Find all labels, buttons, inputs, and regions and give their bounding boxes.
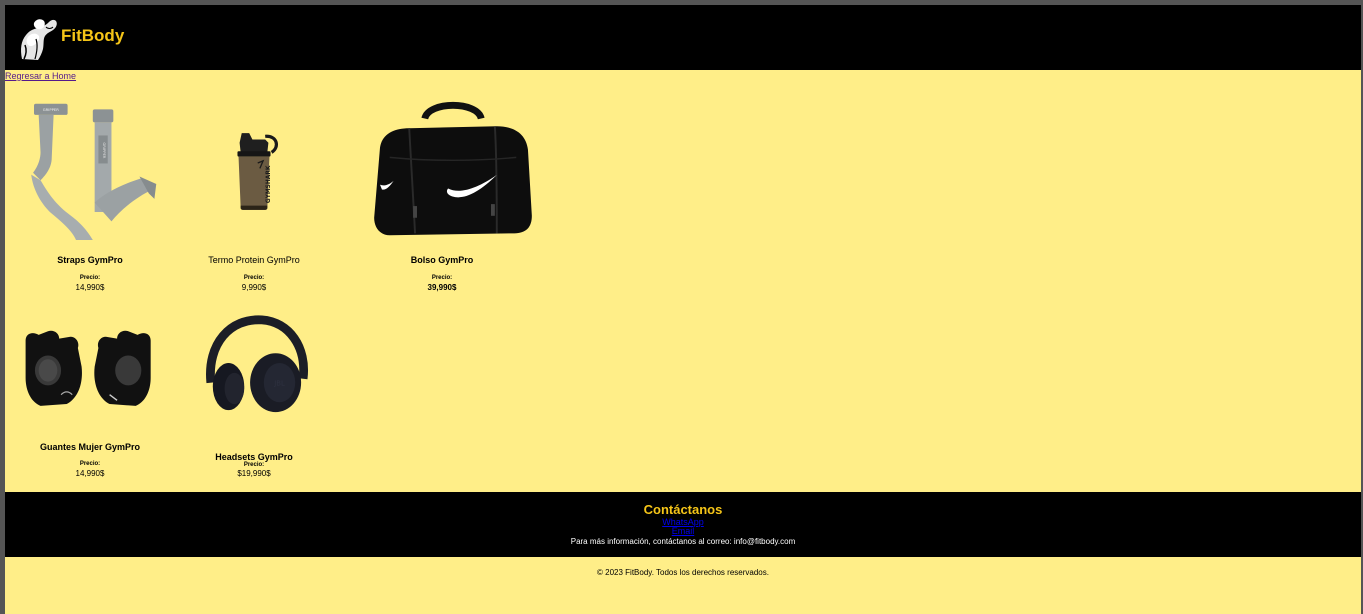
duffel-bag-image[interactable]: [370, 99, 536, 245]
gym-gloves-image[interactable]: [20, 329, 160, 409]
product-price: $19,990$: [237, 469, 271, 478]
product-price: 9,990$: [241, 283, 267, 292]
product-card: GRIPPER GRIPPER Straps GymPro Precio: 14…: [15, 95, 165, 295]
product-card: GYMSHARK Termo Protein GymPro Precio: 9,…: [179, 95, 329, 295]
product-name: Bolso GymPro: [410, 255, 474, 265]
product-name: Straps GymPro: [57, 255, 123, 265]
email-link[interactable]: Email: [5, 526, 1361, 536]
price-label: Precio:: [79, 461, 101, 467]
back-home-link[interactable]: Regresar a Home: [5, 71, 76, 81]
page: FitBody Regresar a Home GRIPPER GRIPPER …: [5, 5, 1361, 614]
copyright-text: © 2023 FitBody. Todos los derechos reser…: [597, 568, 769, 577]
product-card: JBL Headsets GymPro Precio: $19,990$: [179, 310, 329, 490]
product-name: Guantes Mujer GymPro: [39, 442, 141, 452]
product-price: 14,990$: [75, 283, 105, 292]
lifting-straps-image[interactable]: GRIPPER GRIPPER: [20, 95, 160, 245]
product-price: 39,990$: [427, 283, 457, 292]
bodybuilder-logo-icon: [21, 19, 57, 61]
svg-text:GRIPPER: GRIPPER: [43, 108, 59, 112]
price-label: Precio:: [431, 275, 453, 281]
svg-text:JBL: JBL: [273, 380, 285, 388]
brand-name[interactable]: FitBody: [61, 26, 124, 46]
price-label: Precio:: [79, 275, 101, 281]
contact-title: Contáctanos: [643, 502, 723, 517]
contact-note: Para más información, contáctanos al cor…: [570, 537, 796, 546]
contact-footer: Contáctanos WhatsApp Email Para más info…: [5, 492, 1361, 557]
headphones-image[interactable]: JBL: [201, 314, 309, 417]
site-header: FitBody: [5, 5, 1361, 70]
product-card: Guantes Mujer GymPro Precio: 14,990$: [15, 323, 165, 488]
shaker-brand-text: GYMSHARK: [266, 165, 272, 203]
price-label: Precio:: [243, 275, 265, 281]
product-name: Termo Protein GymPro: [208, 255, 300, 265]
product-name: Headsets GymPro: [215, 452, 293, 462]
product-price: 14,990$: [75, 469, 105, 478]
product-card: Bolso GymPro Precio: 39,990$: [367, 95, 532, 295]
svg-text:GRIPPER: GRIPPER: [102, 142, 106, 158]
price-label: Precio:: [243, 462, 265, 468]
shaker-bottle-image[interactable]: GYMSHARK: [214, 97, 294, 245]
